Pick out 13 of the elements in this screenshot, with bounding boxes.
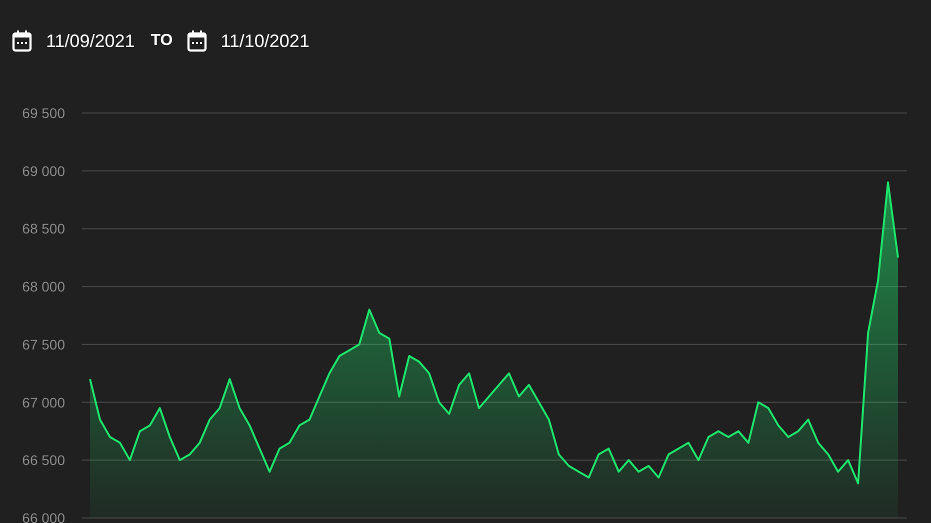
start-date[interactable]: 11/09/2021 xyxy=(46,30,135,52)
calendar-icon[interactable] xyxy=(12,30,32,52)
y-axis-label: 68 500 xyxy=(22,220,65,237)
y-axis-label: 67 500 xyxy=(22,336,65,352)
y-axis-label: 68 000 xyxy=(22,278,65,295)
calendar-icon[interactable] xyxy=(186,30,207,52)
y-axis-label: 69 000 xyxy=(22,162,65,179)
y-axis-label: 69 500 xyxy=(22,105,65,121)
y-axis-label: 66 500 xyxy=(22,452,65,468)
end-date[interactable]: 11/10/2021 xyxy=(220,30,310,52)
y-axis-label: 67 000 xyxy=(22,394,65,410)
date-separator: TO xyxy=(150,32,173,50)
y-axis-label: 66 000 xyxy=(22,510,65,523)
